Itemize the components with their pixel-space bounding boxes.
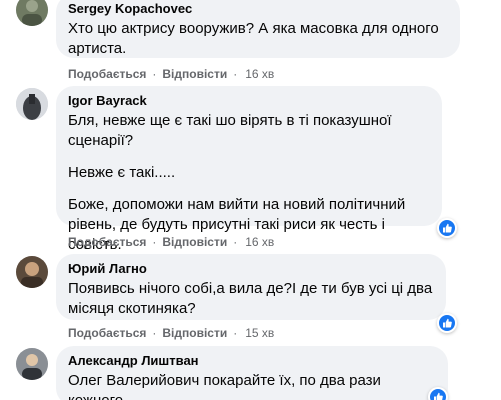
reply-button[interactable]: Відповісти (162, 235, 227, 249)
avatar[interactable] (16, 0, 48, 26)
avatar-photo-icon (16, 88, 48, 120)
avatar[interactable] (16, 88, 48, 120)
reaction-badge[interactable] (437, 218, 457, 238)
avatar[interactable] (16, 348, 48, 380)
comment-bubble: Sergey Kopachovec Хто цю актрису вооружи… (56, 0, 460, 58)
comment-timestamp[interactable]: 16 хв (245, 67, 274, 81)
comment-text: Появивсь нічого собі,а вила де?І де ти б… (68, 280, 433, 317)
comment-author[interactable]: Sergey Kopachovec (68, 1, 448, 17)
avatar-photo-icon (16, 348, 48, 380)
comment-timestamp[interactable]: 16 хв (245, 235, 274, 249)
reply-button[interactable]: Відповісти (162, 326, 227, 340)
comment-bubble: Igor Bayrack Бля, невже ще є такі шо вір… (56, 86, 442, 253)
comment-actions: Подобається · Відповісти · 16 хв (68, 235, 275, 249)
like-button[interactable]: Подобається (68, 235, 146, 249)
comment-actions: Подобається · Відповісти · 15 хв (68, 326, 275, 340)
comment-author[interactable]: Александр Лиштван (68, 353, 436, 369)
comment-text: Олег Валерийович покарайте їх, по два ра… (68, 372, 381, 400)
comment-text: Невже є такі..... (68, 164, 176, 181)
like-icon (443, 223, 452, 233)
comment-text: Бля, невже ще є такі шо вірять в ті пока… (68, 112, 392, 149)
reaction-badge[interactable] (437, 313, 457, 333)
avatar-photo-icon (16, 256, 48, 288)
comment-timestamp[interactable]: 15 хв (245, 326, 274, 340)
comments-list: Sergey Kopachovec Хто цю актрису вооружи… (0, 0, 501, 400)
comment-actions: Подобається · Відповісти · 16 хв (68, 67, 275, 81)
avatar-photo-icon (16, 0, 48, 26)
reaction-badge[interactable] (428, 387, 448, 400)
comment-bubble: Александр Лиштван Олег Валерийович покар… (56, 346, 448, 400)
like-button[interactable]: Подобається (68, 67, 146, 81)
comment-author[interactable]: Igor Bayrack (68, 93, 430, 109)
comment-bubble: Юрий Лагно Появивсь нічого собі,а вила д… (56, 254, 446, 320)
reply-button[interactable]: Відповісти (162, 67, 227, 81)
like-icon (443, 318, 452, 328)
like-icon (434, 392, 443, 400)
avatar[interactable] (16, 256, 48, 288)
like-button[interactable]: Подобається (68, 326, 146, 340)
comment-text: Хто цю актрису вооружив? А яка масовка д… (68, 20, 439, 57)
comment-author[interactable]: Юрий Лагно (68, 261, 434, 277)
